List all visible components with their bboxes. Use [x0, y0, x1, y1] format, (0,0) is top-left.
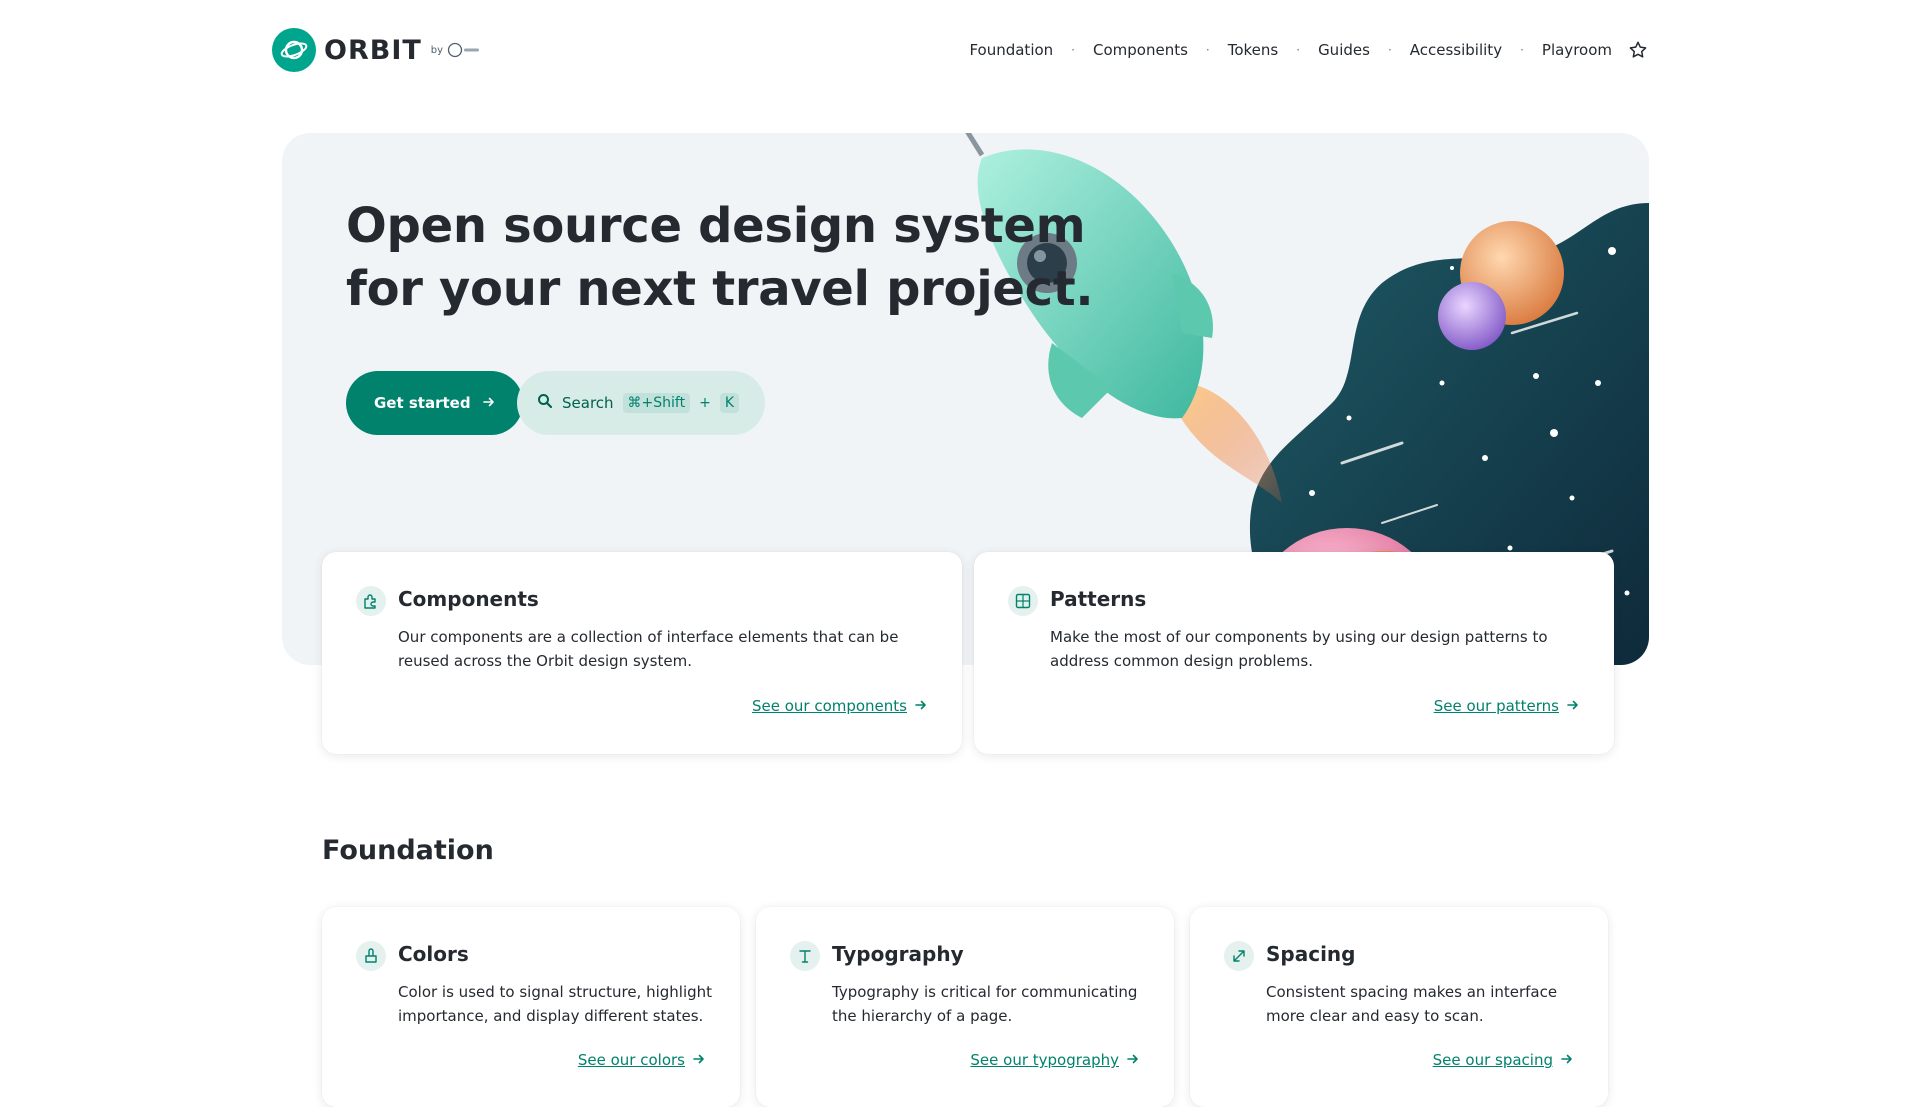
- arrow-right-icon: [1127, 1051, 1139, 1069]
- nav-guides[interactable]: Guides: [1318, 41, 1370, 59]
- colors-card[interactable]: Colors Color is used to signal structure…: [322, 907, 740, 1107]
- see-patterns-link[interactable]: See our patterns: [1434, 697, 1579, 715]
- nav-playroom[interactable]: Playroom: [1542, 41, 1612, 59]
- spacing-card[interactable]: Spacing Consistent spacing makes an inte…: [1190, 907, 1608, 1107]
- nav-separator: ·: [1387, 43, 1392, 57]
- link-label: See our components: [751, 697, 907, 715]
- arrow-right-icon: [693, 1051, 705, 1069]
- card-description: Consistent spacing makes an interface mo…: [1266, 983, 1558, 1025]
- resize-diagonal-icon: [1224, 941, 1254, 971]
- nav-separator: ·: [1520, 43, 1524, 57]
- card-title: Spacing: [1266, 942, 1356, 966]
- text-t-icon: [790, 941, 820, 971]
- star-icon[interactable]: [1628, 40, 1648, 60]
- get-started-label: Get started: [374, 394, 471, 412]
- card-title: Colors: [398, 942, 469, 966]
- hero-title-line-2: for your next travel project.: [346, 261, 1094, 317]
- arrow-right-icon: [1561, 1051, 1573, 1069]
- link-label: See our typography: [970, 1051, 1119, 1069]
- search-button[interactable]: Search ⌘+Shift + K: [517, 371, 766, 435]
- card-description: Typography is critical for communicating…: [832, 983, 1138, 1025]
- arrow-right-icon: [1567, 697, 1579, 715]
- orbit-logo[interactable]: ORBIT by: [272, 28, 481, 72]
- paint-bucket-icon: [356, 941, 386, 971]
- shortcut-key-k: K: [719, 393, 740, 413]
- nav-accessibility[interactable]: Accessibility: [1410, 41, 1502, 59]
- planet-logo-icon: [272, 28, 316, 72]
- brand-by: by: [430, 44, 444, 56]
- see-components-link[interactable]: See our components: [752, 697, 927, 715]
- card-title: Components: [398, 587, 539, 611]
- search-label: Search: [562, 394, 614, 412]
- main-nav: Foundation · Components · Tokens · Guide…: [969, 28, 1648, 72]
- link-label: See our patterns: [1433, 697, 1559, 715]
- hero-title-line-1: Open source design system: [346, 198, 1086, 254]
- card-title: Typography: [832, 942, 964, 966]
- arrow-right-icon: [482, 394, 495, 412]
- arrow-right-icon: [915, 697, 927, 715]
- nav-separator: ·: [1296, 43, 1301, 57]
- components-card[interactable]: Components Our components are a collecti…: [322, 552, 962, 754]
- nav-components[interactable]: Components: [1093, 41, 1188, 59]
- link-label: See our colors: [577, 1051, 685, 1069]
- nav-foundation[interactable]: Foundation: [969, 41, 1053, 59]
- shortcut-key-modifier: ⌘+Shift: [622, 393, 691, 413]
- nav-separator: ·: [1071, 43, 1075, 57]
- card-title: Patterns: [1050, 587, 1147, 611]
- nav-separator: ·: [1205, 43, 1210, 57]
- brand-name: ORBIT: [324, 34, 422, 66]
- pattern-icon: [1008, 586, 1038, 616]
- card-description: Make the most of our components by using…: [1050, 628, 1548, 670]
- see-typography-link[interactable]: See our typography: [970, 1051, 1139, 1069]
- see-spacing-link[interactable]: See our spacing: [1433, 1051, 1573, 1069]
- puzzle-icon: [356, 586, 386, 616]
- card-description: Color is used to signal structure, highl…: [398, 983, 713, 1025]
- foundation-section-title: Foundation: [322, 835, 494, 866]
- search-icon: [537, 393, 553, 413]
- patterns-card[interactable]: Patterns Make the most of our components…: [974, 552, 1614, 754]
- nav-tokens[interactable]: Tokens: [1228, 41, 1279, 59]
- kiwi-logo-icon: [447, 42, 481, 58]
- shortcut-plus: +: [699, 395, 711, 411]
- hero-title: Open source design system for your next …: [346, 195, 1106, 321]
- see-colors-link[interactable]: See our colors: [578, 1051, 705, 1069]
- get-started-button[interactable]: Get started: [346, 371, 523, 435]
- typography-card[interactable]: Typography Typography is critical for co…: [756, 907, 1174, 1107]
- link-label: See our spacing: [1432, 1051, 1553, 1069]
- card-description: Our components are a collection of inter…: [398, 628, 899, 670]
